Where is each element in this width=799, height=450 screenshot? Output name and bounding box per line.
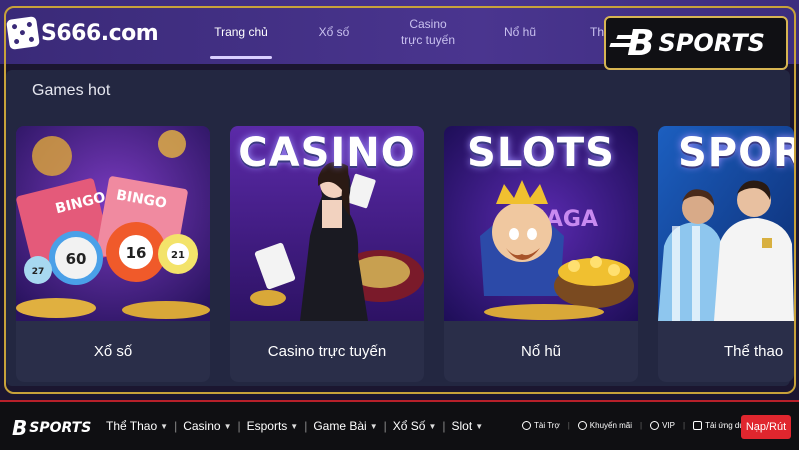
link-separator: |	[683, 421, 686, 430]
tag-icon	[577, 421, 587, 430]
chevron-down-icon: ▼	[428, 421, 437, 431]
bottom-logo[interactable]: B SPORTS	[12, 416, 91, 440]
bottom-logo-word: SPORTS	[29, 420, 92, 436]
chevron-down-icon: ▼	[475, 421, 484, 431]
deposit-withdraw-button[interactable]: Nạp/Rút	[741, 415, 791, 439]
menu-item-slot[interactable]: Slot ▼	[452, 419, 484, 433]
phone-icon	[693, 421, 703, 430]
menu-item-label: Casino	[183, 419, 221, 433]
shield-icon	[522, 421, 531, 430]
menu-separator: |	[442, 419, 446, 433]
screenshot-frame: S666.com Trang chủ Xổ số Casino trực tuy…	[0, 0, 799, 400]
menu-separator: |	[383, 419, 387, 433]
utility-links: Tài Trợ | Khuyến mãi | VIP | Tải ứng dụn…	[522, 421, 761, 430]
menu-item-game-bai[interactable]: Game Bài ▼	[313, 419, 377, 433]
bottom-menu: Thể Thao ▼ | Casino ▼ | Esports ▼ | Game Bà…	[106, 419, 483, 433]
menu-item-label: Thể Thao	[106, 419, 158, 433]
chevron-down-icon: ▼	[369, 421, 378, 431]
menu-item-casino[interactable]: Casino ▼	[183, 419, 231, 433]
menu-separator: |	[237, 419, 241, 433]
bsports-word: SPORTS	[658, 29, 765, 57]
link-separator: |	[567, 421, 570, 430]
chevron-down-icon: ▼	[160, 421, 169, 431]
link-sponsor[interactable]: Tài Trợ	[522, 421, 560, 430]
link-label: Khuyến mãi	[589, 421, 633, 430]
link-label: VIP	[662, 421, 676, 430]
link-promotions[interactable]: Khuyến mãi	[577, 421, 633, 430]
menu-item-label: Xổ Số	[392, 419, 426, 433]
menu-item-esports[interactable]: Esports ▼	[247, 419, 299, 433]
chevron-down-icon: ▼	[290, 421, 299, 431]
menu-item-label: Esports	[246, 419, 288, 433]
bottom-b-logo-icon: B	[12, 416, 28, 440]
diamond-icon	[650, 421, 660, 430]
menu-item-the-thao[interactable]: Thể Thao ▼	[106, 419, 168, 433]
menu-item-label: Slot	[451, 419, 473, 433]
link-vip[interactable]: VIP	[650, 421, 675, 430]
bsports-badge: B SPORTS	[604, 16, 788, 70]
menu-item-label: Game Bài	[313, 419, 367, 433]
link-label: Tài Trợ	[534, 421, 560, 430]
link-separator: |	[640, 421, 643, 430]
bottom-bar: B SPORTS Thể Thao ▼ | Casino ▼ | Esports ▼ …	[0, 400, 799, 450]
menu-separator: |	[174, 419, 178, 433]
menu-separator: |	[304, 419, 308, 433]
bsports-b-logo-icon: B	[627, 22, 654, 64]
menu-item-xo-so[interactable]: Xổ Số ▼	[393, 419, 437, 433]
chevron-down-icon: ▼	[223, 421, 232, 431]
